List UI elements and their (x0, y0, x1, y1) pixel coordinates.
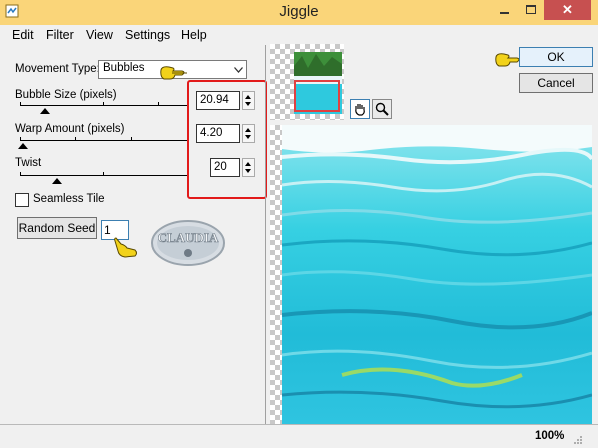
pointer-hand-icon (160, 66, 187, 80)
maximize-button[interactable] (518, 0, 544, 20)
seamless-tile-checkbox[interactable] (15, 193, 29, 207)
random-seed-button[interactable]: Random Seed (17, 217, 97, 239)
random-seed-value: 1 (104, 223, 111, 237)
title-bar: Jiggle ✕ (0, 0, 598, 25)
bubble-size-slider-thumb[interactable] (40, 108, 50, 114)
menu-edit[interactable]: Edit (12, 28, 34, 42)
status-bar: 100% (0, 424, 598, 448)
pointer-hand-icon (114, 237, 137, 258)
minimize-button[interactable] (492, 0, 518, 20)
panel-divider (265, 45, 266, 424)
chevron-down-icon (231, 61, 246, 78)
warp-amount-slider-track[interactable] (20, 140, 188, 141)
hand-tool-icon (355, 104, 365, 116)
bubble-size-label: Bubble Size (pixels) (15, 89, 117, 101)
highlight-box (187, 80, 267, 199)
resize-grip-icon[interactable] (573, 435, 583, 445)
slider-tick (75, 137, 76, 140)
menu-filter[interactable]: Filter (46, 28, 74, 42)
slider-tick (158, 102, 159, 105)
navigator-thumbnail[interactable] (270, 44, 344, 120)
zoom-level: 100% (535, 430, 565, 442)
slider-tick (20, 172, 21, 175)
slider-tick (103, 172, 104, 175)
watermark-text: CLAUDIA (158, 230, 219, 245)
menu-help[interactable]: Help (181, 28, 207, 42)
movement-type-value: Bubbles (103, 62, 145, 74)
twist-slider-thumb[interactable] (52, 178, 62, 184)
menu-bar: Edit Filter View Settings Help (0, 25, 598, 45)
menu-view[interactable]: View (86, 28, 113, 42)
preview-pane[interactable] (270, 125, 592, 424)
watermark-logo: CLAUDIA (151, 220, 225, 266)
slider-tick (131, 137, 132, 140)
magnifier-icon (375, 102, 389, 116)
slider-tick (20, 137, 21, 140)
close-icon: ✕ (562, 2, 573, 17)
bubble-size-slider-track[interactable] (20, 105, 188, 106)
seamless-tile-label: Seamless Tile (33, 193, 105, 205)
hand-tool-button[interactable] (350, 99, 370, 119)
zoom-tool-button[interactable] (372, 99, 392, 119)
twist-label: Twist (15, 157, 42, 169)
ok-button[interactable]: OK (519, 47, 593, 67)
minimize-icon (500, 12, 509, 14)
slider-tick (20, 102, 21, 105)
movement-type-label: Movement Type: (15, 63, 100, 75)
warp-amount-label: Warp Amount (pixels) (15, 123, 125, 135)
navigator-view-rect[interactable] (294, 80, 340, 112)
slider-tick (103, 102, 104, 105)
close-button[interactable]: ✕ (544, 0, 591, 20)
maximize-icon (526, 5, 536, 14)
preview-image (282, 125, 592, 424)
twist-slider-track[interactable] (20, 175, 188, 176)
warp-amount-slider-thumb[interactable] (18, 143, 28, 149)
cancel-button[interactable]: Cancel (519, 73, 593, 93)
menu-settings[interactable]: Settings (125, 28, 170, 42)
